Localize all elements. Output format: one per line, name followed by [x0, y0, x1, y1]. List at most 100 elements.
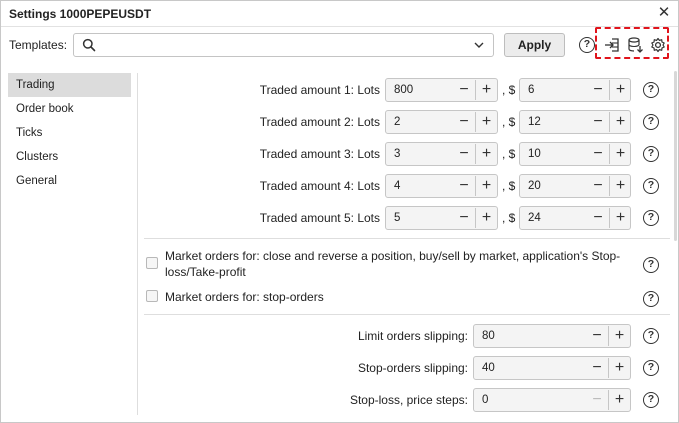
decrement-button[interactable]: −: [453, 144, 475, 164]
help-glyph: ?: [647, 211, 655, 223]
save-template-icon[interactable]: [626, 36, 644, 54]
traded-amount-row-1: Traded amount 1: Lots 800 − + , $ 6 − + …: [138, 78, 678, 102]
stop-orders-slipping-stepper[interactable]: 40 − +: [473, 356, 631, 380]
stop-orders-slipping-value[interactable]: 40: [482, 362, 495, 374]
help-icon[interactable]: ?: [643, 328, 659, 344]
usd-stepper[interactable]: 6 − +: [519, 78, 631, 102]
decrement-button[interactable]: −: [586, 326, 608, 346]
help-icon[interactable]: ?: [643, 392, 659, 408]
decrement-button[interactable]: −: [586, 358, 608, 378]
increment-button[interactable]: +: [475, 208, 497, 228]
template-search-combobox[interactable]: [73, 33, 494, 57]
increment-button[interactable]: +: [609, 176, 631, 196]
title-bar: Settings 1000PEPEUSDT ✕: [1, 1, 678, 27]
help-icon[interactable]: ?: [643, 257, 659, 273]
lots-stepper[interactable]: 800 − +: [385, 78, 498, 102]
help-icon[interactable]: ?: [643, 360, 659, 376]
decrement-button[interactable]: −: [587, 112, 609, 132]
usd-separator: , $: [502, 211, 516, 225]
help-glyph: ?: [647, 115, 655, 127]
increment-button[interactable]: +: [475, 80, 497, 100]
decrement-button[interactable]: −: [587, 144, 609, 164]
lots-stepper[interactable]: 4 − +: [385, 174, 498, 198]
help-icon[interactable]: ?: [643, 82, 659, 98]
limit-orders-slipping-value[interactable]: 80: [482, 330, 495, 342]
stop-loss-price-steps-stepper[interactable]: 0 − +: [473, 388, 631, 412]
template-settings-icon[interactable]: [649, 36, 667, 54]
increment-button[interactable]: +: [608, 326, 630, 346]
help-icon[interactable]: ?: [643, 114, 659, 130]
usd-value[interactable]: 6: [528, 84, 534, 96]
decrement-button[interactable]: −: [587, 208, 609, 228]
chevron-down-icon[interactable]: [473, 38, 485, 52]
sidebar-item-general[interactable]: General: [8, 169, 131, 193]
template-search-input[interactable]: [102, 36, 462, 54]
lots-value[interactable]: 2: [394, 116, 400, 128]
increment-button[interactable]: +: [609, 112, 631, 132]
decrement-button[interactable]: −: [587, 176, 609, 196]
market-orders-stop-checkbox[interactable]: [146, 290, 158, 302]
apply-button[interactable]: Apply: [504, 33, 565, 57]
increment-button[interactable]: +: [609, 80, 631, 100]
decrement-button[interactable]: −: [453, 176, 475, 196]
close-icon[interactable]: ✕: [656, 5, 672, 21]
help-icon[interactable]: ?: [579, 37, 595, 53]
market-orders-stop-row: Market orders for: stop-orders: [146, 289, 636, 307]
help-icon[interactable]: ?: [643, 178, 659, 194]
lots-stepper[interactable]: 2 − +: [385, 110, 498, 134]
traded-amount-row-4: Traded amount 4: Lots 4 − + , $ 20 − + ?: [138, 174, 678, 198]
sidebar-item-ticks[interactable]: Ticks: [8, 121, 131, 145]
limit-orders-slipping-stepper[interactable]: 80 − +: [473, 324, 631, 348]
usd-stepper[interactable]: 24 − +: [519, 206, 631, 230]
usd-separator: , $: [502, 179, 516, 193]
sidebar-item-trading[interactable]: Trading: [8, 73, 131, 97]
increment-button[interactable]: +: [608, 358, 630, 378]
usd-value[interactable]: 10: [528, 148, 541, 160]
section-divider: [144, 238, 670, 239]
decrement-button[interactable]: −: [587, 80, 609, 100]
stop-loss-price-steps-label: Stop-loss, price steps:: [349, 393, 468, 407]
lots-value[interactable]: 4: [394, 180, 400, 192]
increment-button[interactable]: +: [475, 176, 497, 196]
sidebar-item-clusters[interactable]: Clusters: [8, 145, 131, 169]
lots-value[interactable]: 5: [394, 212, 400, 224]
decrement-button[interactable]: −: [453, 112, 475, 132]
increment-button[interactable]: +: [609, 144, 631, 164]
lots-value[interactable]: 800: [394, 84, 413, 96]
usd-stepper[interactable]: 20 − +: [519, 174, 631, 198]
help-icon[interactable]: ?: [643, 146, 659, 162]
lots-value[interactable]: 3: [394, 148, 400, 160]
stop-orders-slipping-row: Stop-orders slipping: 40 − + ?: [138, 356, 678, 380]
traded-amount-row-3: Traded amount 3: Lots 3 − + , $ 10 − + ?: [138, 142, 678, 166]
traded-amount-label: Traded amount 5: Lots: [259, 211, 380, 225]
decrement-button[interactable]: −: [586, 390, 608, 410]
lots-stepper[interactable]: 3 − +: [385, 142, 498, 166]
import-template-icon[interactable]: [603, 36, 621, 54]
sidebar-item-order-book[interactable]: Order book: [8, 97, 131, 121]
traded-amount-label: Traded amount 1: Lots: [259, 83, 380, 97]
stop-loss-price-steps-value[interactable]: 0: [482, 394, 488, 406]
increment-button[interactable]: +: [608, 390, 630, 410]
templates-label: Templates:: [9, 38, 68, 52]
market-orders-stop-label[interactable]: Market orders for: stop-orders: [165, 289, 625, 305]
usd-value[interactable]: 20: [528, 180, 541, 192]
help-glyph: ?: [647, 83, 655, 95]
decrement-button[interactable]: −: [453, 208, 475, 228]
usd-stepper[interactable]: 12 − +: [519, 110, 631, 134]
help-icon[interactable]: ?: [643, 291, 659, 307]
increment-button[interactable]: +: [609, 208, 631, 228]
usd-separator: , $: [502, 115, 516, 129]
market-orders-reverse-label[interactable]: Market orders for: close and reverse a p…: [165, 248, 625, 280]
usd-value[interactable]: 12: [528, 116, 541, 128]
help-icon[interactable]: ?: [643, 210, 659, 226]
market-orders-reverse-row: Market orders for: close and reverse a p…: [146, 248, 636, 282]
vertical-scrollbar-thumb[interactable]: [674, 71, 677, 241]
usd-value[interactable]: 24: [528, 212, 541, 224]
lots-stepper[interactable]: 5 − +: [385, 206, 498, 230]
decrement-button[interactable]: −: [453, 80, 475, 100]
increment-button[interactable]: +: [475, 112, 497, 132]
market-orders-reverse-checkbox[interactable]: [146, 257, 158, 269]
usd-stepper[interactable]: 10 − +: [519, 142, 631, 166]
usd-separator: , $: [502, 147, 516, 161]
increment-button[interactable]: +: [475, 144, 497, 164]
